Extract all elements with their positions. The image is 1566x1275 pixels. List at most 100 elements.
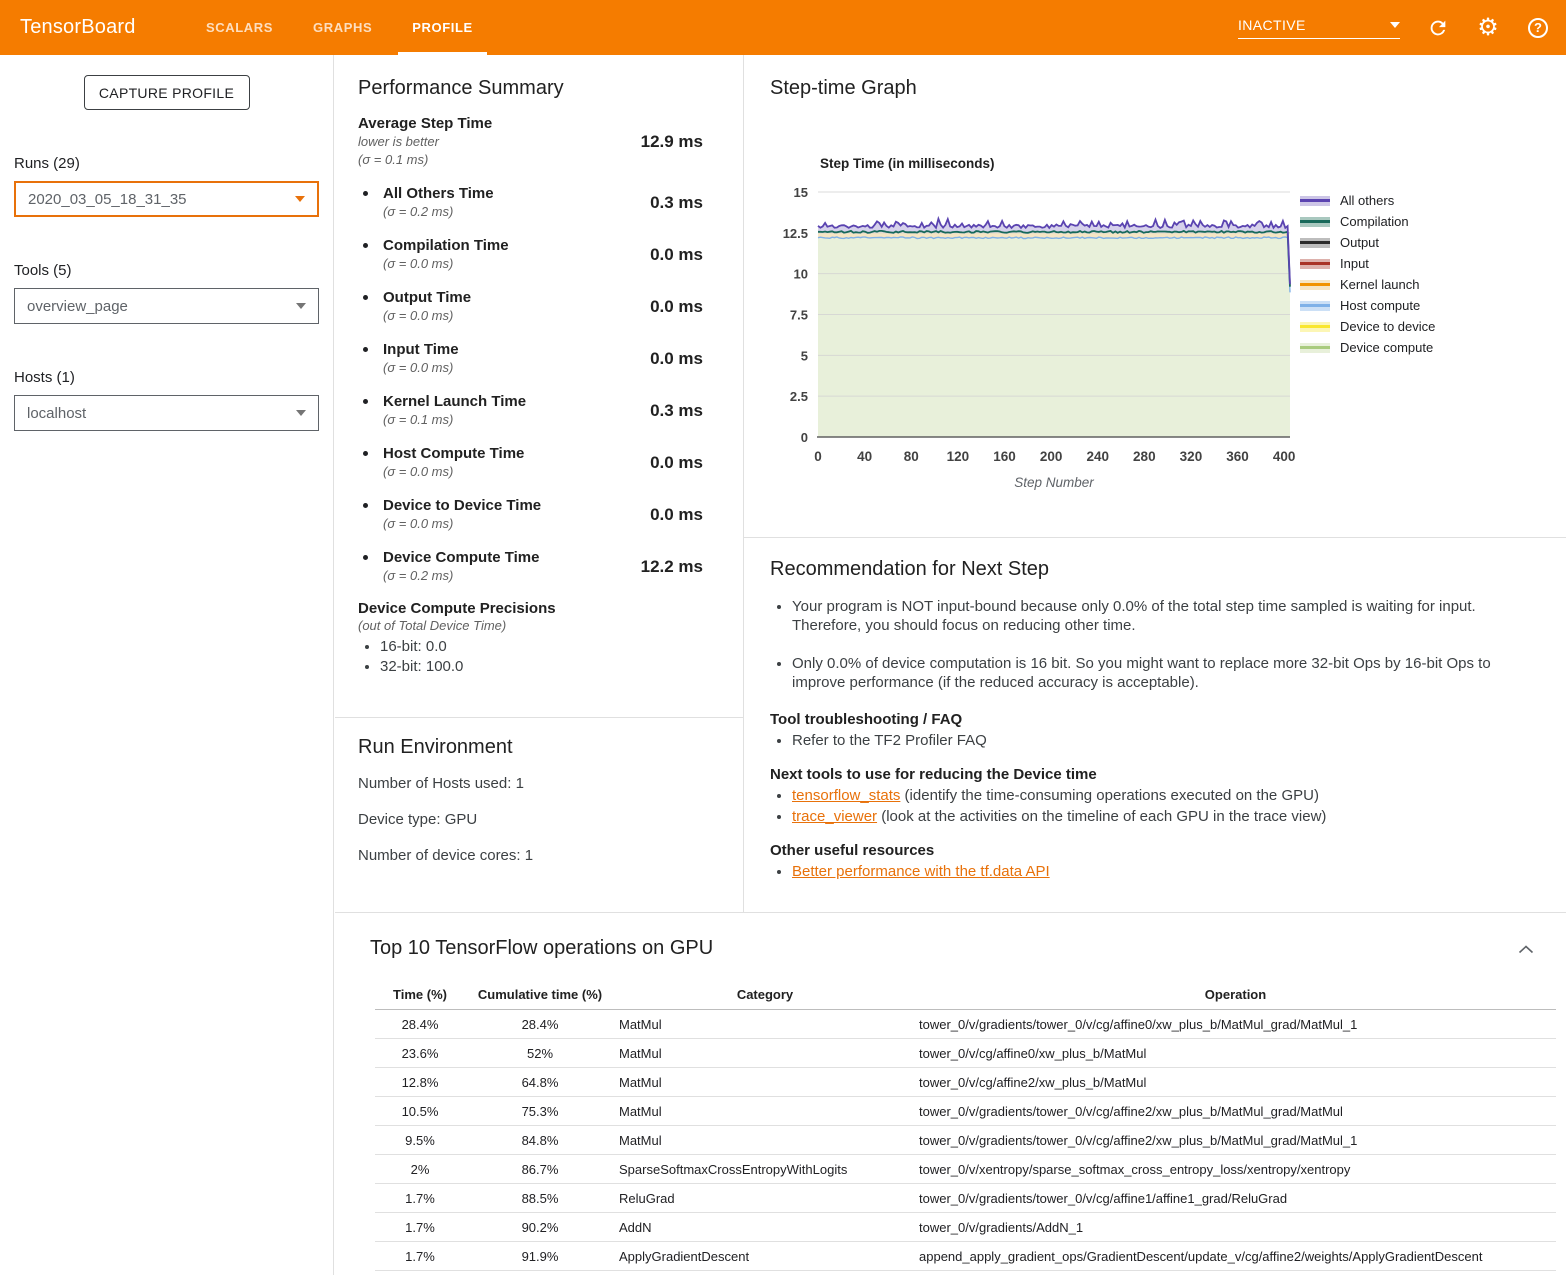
table-cell: 28.4% xyxy=(375,1010,465,1039)
top-ops-header-row: Time (%)Cumulative time (%)CategoryOpera… xyxy=(375,982,1556,1010)
table-row: 28.4%28.4%MatMultower_0/v/gradients/towe… xyxy=(375,1010,1556,1039)
tab-scalars[interactable]: SCALARS xyxy=(198,0,281,55)
step-time-chart-svg: 02.557.51012.515040801201602002402803203… xyxy=(780,150,1340,495)
gear-icon[interactable]: ⚙ xyxy=(1476,16,1500,40)
precisions-title: Device Compute Precisions xyxy=(358,600,703,617)
legend-item: All others xyxy=(1300,190,1435,211)
metric-sigma: (σ = 0.1 ms) xyxy=(383,411,526,429)
legend-label: Kernel launch xyxy=(1340,277,1420,292)
table-cell: 91.9% xyxy=(465,1242,615,1271)
svg-text:12.5: 12.5 xyxy=(783,226,808,241)
hosts-select[interactable]: localhost xyxy=(14,395,319,431)
legend-swatch xyxy=(1300,322,1330,332)
table-cell: tower_0/v/gradients/tower_0/v/cg/affine1… xyxy=(915,1184,1556,1213)
topbar-controls: INACTIVE ⚙ ? xyxy=(1238,0,1550,55)
legend-swatch xyxy=(1300,343,1330,353)
svg-text:320: 320 xyxy=(1180,449,1203,464)
bullet-dot xyxy=(363,347,368,352)
column-header: Operation xyxy=(915,982,1556,1010)
table-cell: tower_0/v/gradients/tower_0/v/cg/affine2… xyxy=(915,1097,1556,1126)
runs-select[interactable]: 2020_03_05_18_31_35 xyxy=(14,181,319,217)
faq-list: Refer to the TF2 Profiler FAQ xyxy=(770,731,1526,750)
column-header: Time (%) xyxy=(375,982,465,1010)
table-row: 1.7%88.5%ReluGradtower_0/v/gradients/tow… xyxy=(375,1184,1556,1213)
table-cell: AddN xyxy=(615,1213,915,1242)
resource-link[interactable]: Better performance with the tf.data API xyxy=(792,863,1050,880)
chevron-down-icon xyxy=(296,410,306,416)
runs-select-value: 2020_03_05_18_31_35 xyxy=(28,191,187,208)
table-cell: 12.8% xyxy=(375,1068,465,1097)
recommendation-title: Recommendation for Next Step xyxy=(770,558,1526,581)
table-cell: MatMul xyxy=(615,1010,915,1039)
app-logo: TensorBoard xyxy=(20,0,136,55)
table-cell: 1.7% xyxy=(375,1184,465,1213)
metric-value: 0.0 ms xyxy=(593,245,703,265)
resource-item: Better performance with the tf.data API xyxy=(792,862,1526,881)
chevron-down-icon xyxy=(296,303,306,309)
metric-row: Device to Device Time(σ = 0.0 ms)0.0 ms xyxy=(358,496,703,533)
table-row: 10.5%75.3%MatMultower_0/v/gradients/towe… xyxy=(375,1097,1556,1126)
bullet-dot xyxy=(363,191,368,196)
tool-description: (look at the activities on the timeline … xyxy=(877,808,1326,825)
legend-item: Device compute xyxy=(1300,337,1435,358)
metric-sigma: (σ = 0.0 ms) xyxy=(383,463,524,481)
legend-swatch xyxy=(1300,301,1330,311)
recommendation-bullets: Your program is NOT input-bound because … xyxy=(770,597,1526,692)
recommendation-bullet: Your program is NOT input-bound because … xyxy=(792,597,1526,635)
svg-text:5: 5 xyxy=(801,348,808,363)
table-cell: 64.8% xyxy=(465,1068,615,1097)
faq-heading: Tool troubleshooting / FAQ xyxy=(770,711,1526,728)
metric-sigma: (σ = 0.0 ms) xyxy=(383,307,471,325)
metric-value: 0.3 ms xyxy=(593,193,703,213)
legend-label: Device to device xyxy=(1340,319,1435,334)
tools-select-value: overview_page xyxy=(27,298,128,315)
metric-note: lower is better xyxy=(358,133,492,151)
metric-sigma: (σ = 0.0 ms) xyxy=(383,255,509,273)
table-cell: ReluGrad xyxy=(615,1184,915,1213)
svg-text:7.5: 7.5 xyxy=(790,308,808,323)
tab-profile[interactable]: PROFILE xyxy=(404,0,481,55)
metric-sigma: (σ = 0.0 ms) xyxy=(383,515,541,533)
legend-label: Input xyxy=(1340,256,1369,271)
top-ops-body: 28.4%28.4%MatMultower_0/v/gradients/towe… xyxy=(375,1010,1556,1271)
table-cell: 2% xyxy=(375,1155,465,1184)
legend-item: Host compute xyxy=(1300,295,1435,316)
table-row: 1.7%90.2%AddNtower_0/v/gradients/AddN_1 xyxy=(375,1213,1556,1242)
svg-text:240: 240 xyxy=(1086,449,1109,464)
metric-sigma: (σ = 0.1 ms) xyxy=(358,151,492,169)
metric-value: 12.2 ms xyxy=(593,557,703,577)
tools-select[interactable]: overview_page xyxy=(14,288,319,324)
refresh-icon[interactable] xyxy=(1426,16,1450,40)
svg-text:200: 200 xyxy=(1040,449,1063,464)
run-environment-lines: Number of Hosts used: 1Device type: GPUN… xyxy=(358,775,723,864)
svg-text:80: 80 xyxy=(904,449,919,464)
svg-text:280: 280 xyxy=(1133,449,1156,464)
chevron-down-icon xyxy=(1390,22,1400,28)
tab-graphs[interactable]: GRAPHS xyxy=(305,0,380,55)
svg-text:0: 0 xyxy=(801,430,808,445)
table-cell: tower_0/v/cg/affine2/xw_plus_b/MatMul xyxy=(915,1068,1556,1097)
metrics-list: Average Step Timelower is better(σ = 0.1… xyxy=(358,114,703,585)
performance-summary-card: Performance Summary Average Step Timelow… xyxy=(335,55,744,718)
status-dropdown[interactable]: INACTIVE xyxy=(1238,17,1400,39)
table-cell: 28.4% xyxy=(465,1010,615,1039)
svg-text:Step Time (in milliseconds): Step Time (in milliseconds) xyxy=(820,156,995,171)
table-cell: 75.3% xyxy=(465,1097,615,1126)
hosts-select-value: localhost xyxy=(27,405,86,422)
metric-name: Host Compute Time xyxy=(383,444,524,463)
capture-profile-button[interactable]: CAPTURE PROFILE xyxy=(84,75,250,110)
table-cell: 1.7% xyxy=(375,1213,465,1242)
svg-text:0: 0 xyxy=(814,449,822,464)
run-environment-card: Run Environment Number of Hosts used: 1D… xyxy=(335,718,744,912)
table-cell: ApplyGradientDescent xyxy=(615,1242,915,1271)
svg-text:120: 120 xyxy=(947,449,970,464)
table-cell: MatMul xyxy=(615,1039,915,1068)
table-cell: 84.8% xyxy=(465,1126,615,1155)
tool-link[interactable]: trace_viewer xyxy=(792,808,877,825)
chart-legend: All othersCompilationOutputInputKernel l… xyxy=(1300,190,1435,358)
svg-text:15: 15 xyxy=(794,185,808,200)
tool-link[interactable]: tensorflow_stats xyxy=(792,787,900,804)
help-icon[interactable]: ? xyxy=(1526,16,1550,40)
table-cell: 88.5% xyxy=(465,1184,615,1213)
collapse-chevron-up-icon[interactable] xyxy=(1518,941,1534,959)
